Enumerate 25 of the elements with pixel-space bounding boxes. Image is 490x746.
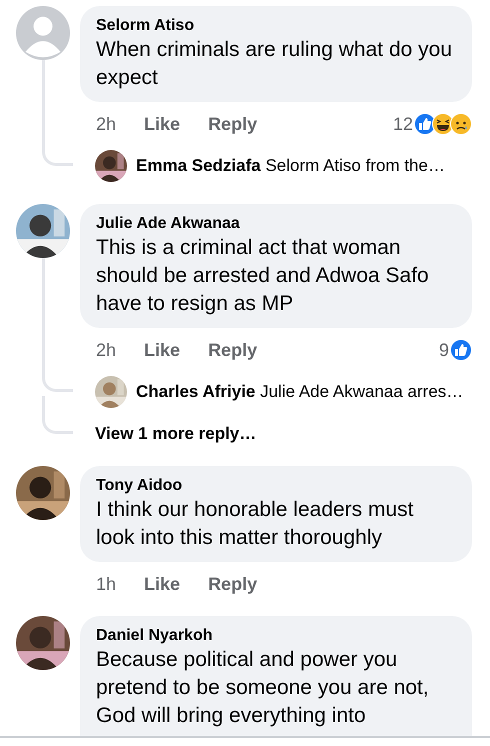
comment-text: When criminals are ruling what do you expect xyxy=(96,37,453,91)
comment-text: This is a criminal act that woman should be arrested and Adwoa Safo have to resign as MP xyxy=(96,235,430,317)
author-name[interactable]: Tony Aidoo xyxy=(96,476,456,496)
comment-text: Because political and power you pretend to be someone you are not, God will bring everything into xyxy=(96,647,430,729)
like-link[interactable]: Like xyxy=(144,114,180,134)
reply-preview[interactable]: Charles Afriyie Julie Ade Akwanaa arres… xyxy=(136,382,464,402)
reply-link[interactable]: Reply xyxy=(208,340,258,360)
comment-time: 1h xyxy=(96,574,116,594)
thumbs-up-icon xyxy=(450,339,472,361)
view-more-replies-link[interactable]: View 1 more reply… xyxy=(95,424,256,444)
comment-text: I think our honorable leaders must look into this matter thoroughly xyxy=(96,497,415,551)
like-link[interactable]: Like xyxy=(144,574,180,594)
author-name[interactable]: Selorm Atiso xyxy=(96,16,456,36)
reply-link[interactable]: Reply xyxy=(208,574,258,594)
comment-time: 2h xyxy=(96,340,116,360)
comment-time: 2h xyxy=(96,114,116,134)
reply-link[interactable]: Reply xyxy=(208,114,258,134)
reaction-count[interactable]: 12 xyxy=(392,114,413,134)
like-link[interactable]: Like xyxy=(144,340,180,360)
reaction-count[interactable]: 9 xyxy=(438,340,449,360)
reply-preview[interactable]: Emma Sedziafa Selorm Atiso from the… xyxy=(136,156,445,176)
sad-face-icon xyxy=(450,113,472,135)
author-name[interactable]: Daniel Nyarkoh xyxy=(96,626,456,646)
author-name[interactable]: Julie Ade Akwanaa xyxy=(96,214,456,234)
thread-line xyxy=(42,396,73,434)
